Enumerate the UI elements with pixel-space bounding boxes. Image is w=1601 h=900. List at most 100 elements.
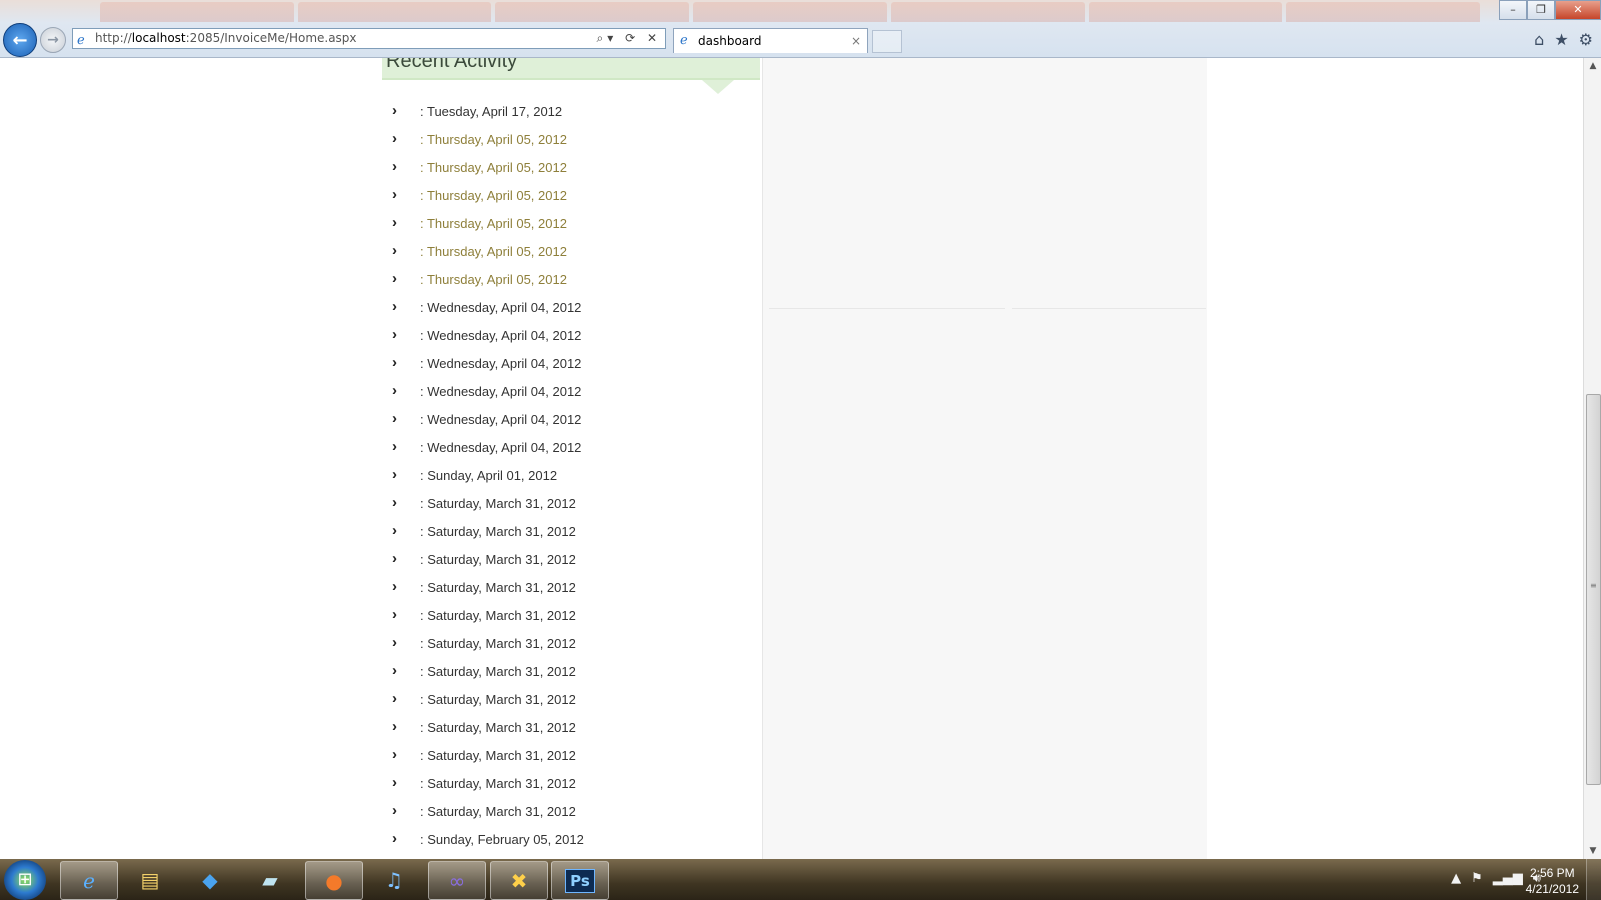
activity-item[interactable]: ›: Thursday, April 05, 2012 xyxy=(380,266,762,294)
page-viewport: Recent Activity ›: Tuesday, April 17, 20… xyxy=(0,58,1583,859)
itunes-icon: ♫ xyxy=(385,867,403,892)
scroll-down-arrow-icon[interactable]: ▼ xyxy=(1584,843,1601,859)
folder-icon: ▤ xyxy=(140,867,160,892)
action-center-flag-icon[interactable]: ⚑ xyxy=(1471,871,1483,886)
scroll-up-arrow-icon[interactable]: ▲ xyxy=(1584,58,1601,74)
url-host: localhost xyxy=(131,31,186,45)
activity-item[interactable]: ›: Saturday, March 31, 2012 xyxy=(380,770,762,798)
background-tab[interactable] xyxy=(495,2,690,22)
taskbar-internet-explorer[interactable]: ℯ xyxy=(60,861,118,900)
activity-item[interactable]: ›: Thursday, April 05, 2012 xyxy=(380,210,762,238)
restore-button[interactable]: ❐ xyxy=(1527,0,1555,20)
taskbar-firefox[interactable]: ● xyxy=(305,861,363,900)
background-tab-text xyxy=(905,32,1325,50)
activity-item[interactable]: ›: Saturday, March 31, 2012 xyxy=(380,490,762,518)
show-desktop-button[interactable] xyxy=(1586,859,1601,900)
activity-item[interactable]: › : Saturday, March 31, 2012 xyxy=(380,518,762,546)
show-hidden-icons-icon[interactable]: ▲ xyxy=(1451,871,1461,886)
browser-toolbar-icons: ⌂ ★ ⚙ xyxy=(1534,30,1593,49)
activity-item[interactable]: ›: Wednesday, April 04, 2012 xyxy=(380,322,762,350)
taskbar-explorer[interactable]: ▤ xyxy=(122,861,178,898)
back-button[interactable]: ← xyxy=(3,23,37,57)
activity-date: : Saturday, March 31, 2012 xyxy=(420,776,576,791)
activity-date: : Saturday, March 31, 2012 xyxy=(420,664,576,679)
activity-item[interactable]: ›: Thursday, April 05, 2012 xyxy=(380,238,762,266)
visual-studio-icon: ∞ xyxy=(448,868,466,893)
activity-item[interactable]: ›: Saturday, March 31, 2012 xyxy=(380,798,762,826)
photoshop-icon: Ps xyxy=(565,868,595,893)
activity-date: : Wednesday, April 04, 2012 xyxy=(420,384,582,399)
network-signal-icon[interactable]: ▂▄▆ xyxy=(1493,871,1523,886)
chevron-right-icon: › xyxy=(392,522,397,539)
activity-item[interactable]: ›: Tuesday, April 17, 2012 xyxy=(380,98,762,126)
taskbar-notepad[interactable]: ▰ xyxy=(242,861,298,898)
tab-dashboard[interactable]: ℯ dashboard × xyxy=(673,28,868,53)
background-tab[interactable] xyxy=(693,2,887,22)
activity-date: : Saturday, March 31, 2012 xyxy=(420,608,576,623)
chevron-right-icon: › xyxy=(392,298,397,315)
activity-item[interactable]: ›: Sunday, February 05, 2012 xyxy=(380,826,762,854)
background-tabs xyxy=(100,2,1481,24)
address-tools[interactable]: ⌕▾ ⟳ ✕ xyxy=(597,29,661,48)
tab-close-icon[interactable]: × xyxy=(851,29,861,53)
activity-date: : Saturday, March 31, 2012 xyxy=(420,804,576,819)
background-tab[interactable] xyxy=(1088,2,1283,22)
activity-item[interactable]: ›: Wednesday, April 04, 2012 xyxy=(380,294,762,322)
background-tab[interactable] xyxy=(297,2,492,22)
activity-date: : Wednesday, April 04, 2012 xyxy=(420,356,582,371)
start-button[interactable]: ⊞ xyxy=(4,860,46,900)
taskbar-dropbox[interactable]: ◆ xyxy=(182,861,238,898)
browser-chrome: – ❐ ✕ ← → ℯ http://localhost:2085/Invoic… xyxy=(0,0,1601,58)
taskbar-itunes[interactable]: ♫ xyxy=(366,861,422,898)
background-tab[interactable] xyxy=(1286,2,1481,22)
divider xyxy=(1012,308,1206,309)
activity-item[interactable]: ›: Thursday, April 05, 2012 xyxy=(380,182,762,210)
panel-header: Recent Activity xyxy=(382,58,760,80)
activity-item[interactable]: ›: Saturday, March 31, 2012 xyxy=(380,602,762,630)
activity-item[interactable]: ›: Sunday, April 01, 2012 xyxy=(380,462,762,490)
windows-logo-icon: ⊞ xyxy=(17,869,33,890)
background-tab[interactable] xyxy=(100,2,294,22)
chevron-right-icon: › xyxy=(392,578,397,595)
activity-item[interactable]: ›: Saturday, March 31, 2012 xyxy=(380,546,762,574)
chevron-right-icon: › xyxy=(392,634,397,651)
activity-date: : Saturday, March 31, 2012 xyxy=(420,524,576,539)
ie-page-icon: ℯ xyxy=(77,33,85,48)
favorites-star-icon[interactable]: ★ xyxy=(1554,30,1568,49)
chevron-right-icon: › xyxy=(392,326,397,343)
clock[interactable]: 2:56 PM 4/21/2012 xyxy=(1526,865,1579,897)
vertical-scrollbar[interactable]: ▲ ≡ ▼ xyxy=(1583,58,1601,859)
activity-date: : Thursday, April 05, 2012 xyxy=(420,132,567,147)
background-tab[interactable] xyxy=(890,2,1085,22)
activity-item[interactable]: ›: Wednesday, April 04, 2012 xyxy=(380,378,762,406)
activity-item[interactable]: › : Saturday, March 31, 2012 xyxy=(380,630,762,658)
taskbar-visual-studio[interactable]: ∞ xyxy=(428,861,486,900)
scroll-thumb[interactable]: ≡ xyxy=(1586,394,1601,785)
activity-item[interactable]: ›: Wednesday, April 04, 2012 xyxy=(380,406,762,434)
activity-item[interactable]: ›: Wednesday, April 04, 2012 xyxy=(380,350,762,378)
address-bar[interactable]: ℯ http://localhost:2085/InvoiceMe/Home.a… xyxy=(72,28,666,49)
taskbar-photoshop[interactable]: Ps xyxy=(551,861,609,900)
forward-button[interactable]: → xyxy=(40,27,66,53)
new-tab-button[interactable] xyxy=(872,30,902,53)
activity-item[interactable]: ›: Wednesday, April 04, 2012 xyxy=(380,434,762,462)
activity-item[interactable]: ›: Saturday, March 31, 2012 xyxy=(380,742,762,770)
grip-icon: ≡ xyxy=(1590,581,1597,590)
home-icon[interactable]: ⌂ xyxy=(1534,30,1544,49)
taskbar-tools[interactable]: ✖ xyxy=(490,861,548,900)
activity-item[interactable]: ›: Thursday, April 05, 2012 xyxy=(380,126,762,154)
activity-item[interactable]: ›: Thursday, April 05, 2012 xyxy=(380,154,762,182)
chevron-right-icon: › xyxy=(392,466,397,483)
gear-icon[interactable]: ⚙ xyxy=(1579,30,1593,49)
activity-date: : Saturday, March 31, 2012 xyxy=(420,720,576,735)
minimize-button[interactable]: – xyxy=(1499,0,1527,20)
clock-time: 2:56 PM xyxy=(1529,866,1575,880)
activity-item[interactable]: ›: Saturday, March 31, 2012 xyxy=(380,574,762,602)
activity-item[interactable]: › : Saturday, March 31, 2012 xyxy=(380,714,762,742)
activity-date: : Saturday, March 31, 2012 xyxy=(420,636,576,651)
close-window-button[interactable]: ✕ xyxy=(1555,0,1601,20)
activity-item[interactable]: ›: Saturday, March 31, 2012 xyxy=(380,658,762,686)
activity-date: : Thursday, April 05, 2012 xyxy=(420,216,567,231)
activity-item[interactable]: ›: Saturday, March 31, 2012 xyxy=(380,686,762,714)
chevron-right-icon: › xyxy=(392,718,397,735)
